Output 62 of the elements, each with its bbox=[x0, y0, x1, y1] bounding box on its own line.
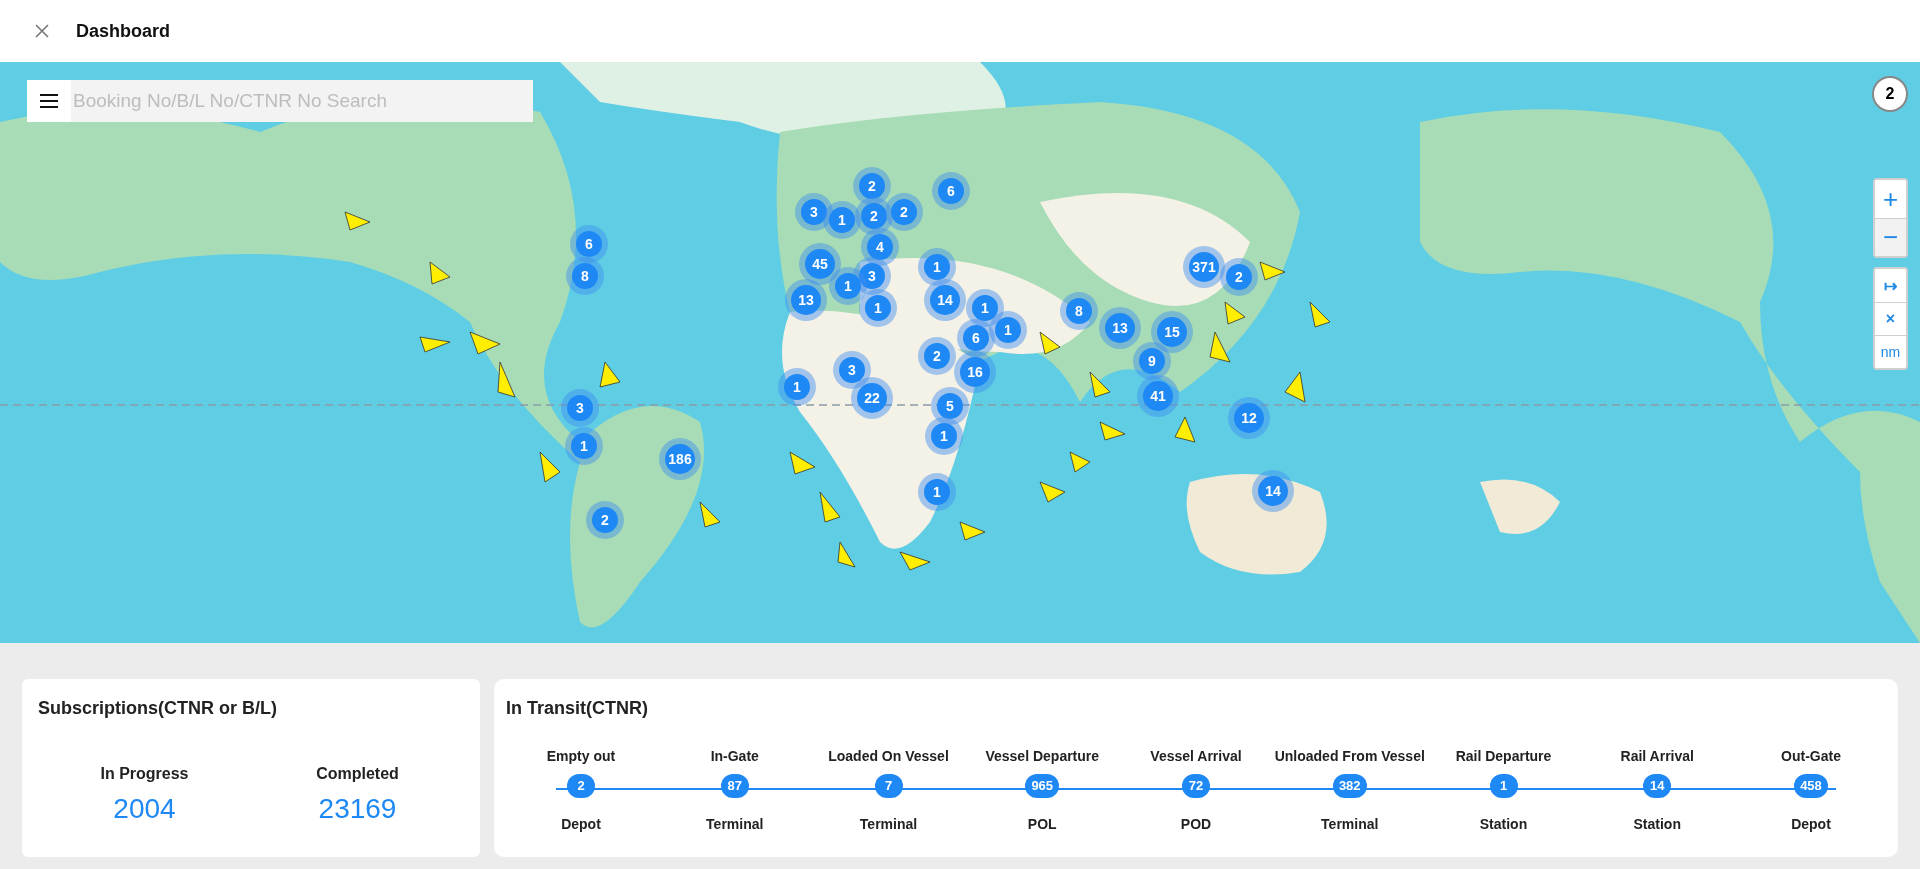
ship-marker-icon[interactable] bbox=[959, 521, 986, 541]
stage-place: POD bbox=[1180, 815, 1212, 834]
stage-label: Rail Departure bbox=[1455, 747, 1552, 766]
stage-label: Vessel Departure bbox=[985, 747, 1100, 766]
zoom-out-button[interactable]: − bbox=[1875, 218, 1906, 256]
stage-label: Unloaded From Vessel bbox=[1274, 747, 1425, 766]
card-title: In Transit(CTNR) bbox=[506, 697, 649, 720]
ship-marker-icon[interactable] bbox=[497, 361, 516, 398]
stage-label: Out-Gate bbox=[1781, 747, 1841, 766]
ship-marker-icon[interactable] bbox=[429, 261, 451, 285]
ship-marker-icon[interactable] bbox=[1069, 451, 1091, 473]
ship-marker-icon[interactable] bbox=[819, 491, 841, 523]
stage-place: Depot bbox=[1791, 815, 1831, 834]
ship-marker-icon[interactable] bbox=[1209, 331, 1231, 363]
ship-marker-icon[interactable] bbox=[1099, 421, 1126, 441]
stage-count[interactable]: 965 bbox=[1025, 774, 1060, 798]
stage-count[interactable]: 87 bbox=[720, 774, 749, 798]
ship-marker-icon[interactable] bbox=[1039, 331, 1061, 355]
stage-count[interactable]: 1 bbox=[1489, 774, 1518, 798]
stage-place: Station bbox=[1633, 815, 1681, 834]
ship-marker-icon[interactable] bbox=[1259, 261, 1286, 281]
stat-label: In Progress bbox=[100, 764, 189, 784]
ship-marker-icon[interactable] bbox=[1039, 481, 1066, 503]
ship-marker-icon[interactable] bbox=[1309, 301, 1331, 328]
ship-marker-icon[interactable] bbox=[419, 336, 451, 353]
stat-value[interactable]: 2004 bbox=[113, 788, 176, 830]
ship-marker-icon[interactable] bbox=[789, 451, 816, 475]
ship-marker-icon[interactable] bbox=[1174, 416, 1196, 443]
ship-marker-icon[interactable] bbox=[1089, 371, 1111, 398]
ship-marker-icon[interactable] bbox=[599, 361, 621, 388]
ship-marker-icon[interactable] bbox=[539, 451, 561, 483]
stage-count[interactable]: 7 bbox=[874, 774, 903, 798]
stage-label: Vessel Arrival bbox=[1150, 747, 1242, 766]
stage-count[interactable]: 382 bbox=[1332, 774, 1367, 798]
stage-place: Terminal bbox=[1321, 815, 1379, 834]
stat-label: Completed bbox=[316, 764, 399, 784]
stage-count[interactable]: 72 bbox=[1182, 774, 1210, 798]
stage-label: Rail Arrival bbox=[1620, 747, 1694, 766]
stage-place: Depot bbox=[561, 815, 601, 834]
ship-marker-icon[interactable] bbox=[1224, 301, 1246, 325]
stage-label: In-Gate bbox=[710, 747, 759, 766]
ship-marker-icon[interactable] bbox=[344, 211, 371, 231]
stage-place: Terminal bbox=[706, 815, 764, 834]
stage-place: Station bbox=[1479, 815, 1528, 834]
ship-marker-icon[interactable] bbox=[699, 501, 721, 528]
close-icon[interactable] bbox=[34, 23, 50, 39]
ship-marker-icon[interactable] bbox=[1284, 371, 1306, 403]
stage-place: POL bbox=[1027, 815, 1057, 834]
stage-count[interactable]: 2 bbox=[567, 774, 595, 798]
card-title: Subscriptions(CTNR or B/L) bbox=[38, 697, 278, 720]
menu-icon[interactable] bbox=[39, 93, 59, 109]
stage-count[interactable]: 458 bbox=[1794, 774, 1828, 798]
ship-marker-icon[interactable] bbox=[899, 551, 931, 571]
stat-value[interactable]: 23169 bbox=[318, 788, 397, 830]
stage-label: Empty out bbox=[546, 747, 616, 766]
stage-place: Terminal bbox=[859, 815, 918, 834]
stage-label: Loaded On Vessel bbox=[828, 747, 949, 766]
map-tool-button[interactable]: nm bbox=[1875, 335, 1906, 368]
ship-marker-icon[interactable] bbox=[469, 331, 501, 355]
ship-marker-icon[interactable] bbox=[837, 541, 856, 568]
page-title: Dashboard bbox=[76, 19, 171, 43]
stage-count[interactable]: 14 bbox=[1643, 774, 1672, 798]
